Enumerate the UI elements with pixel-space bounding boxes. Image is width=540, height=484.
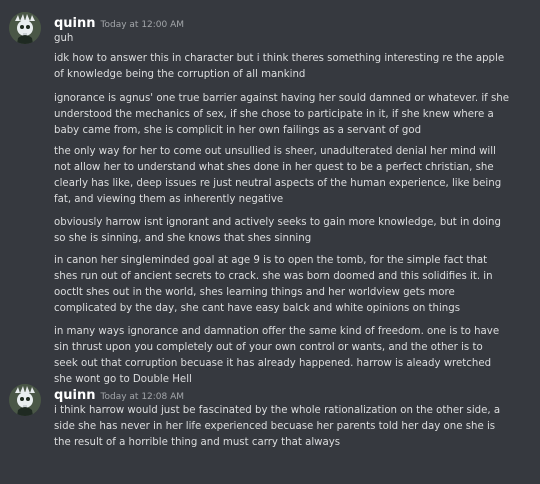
message-line: fat, and viewing them as inherently nega…	[54, 194, 284, 205]
avatar[interactable]	[9, 12, 41, 44]
timestamp: Today at 12:00 AM	[100, 20, 185, 30]
skull-headdress-avatar-icon	[9, 384, 41, 416]
message-line: idk how to answer this in character but …	[54, 53, 505, 64]
message-header: quinn Today at 12:00 AM	[54, 12, 185, 31]
message-line: ignorance is agnus' one true barrier aga…	[54, 93, 510, 104]
message-line: shes run out of ancient secrets to crack…	[54, 271, 493, 282]
message-line: the only way for her to come out unsulli…	[54, 146, 496, 157]
avatar[interactable]	[9, 384, 41, 416]
message-line: understood the mechanics of sex, if she …	[54, 109, 494, 120]
timestamp: Today at 12:08 AM	[100, 392, 185, 402]
message-header: quinn Today at 12:08 AM	[54, 384, 185, 403]
message-line: of knowledge being the corruption of all…	[54, 69, 306, 80]
skull-headdress-avatar-icon	[9, 12, 41, 44]
message-line: seek out that corruption becuase it has …	[54, 358, 492, 369]
message-line: ooctlt shes out in the world, shes learn…	[54, 287, 455, 298]
message-line: in canon her singleminded goal at age 9 …	[54, 255, 488, 266]
message-line: sin thrust upon you completely out of yo…	[54, 342, 483, 353]
message-line: so she is sinning, and she knows that sh…	[54, 233, 312, 244]
username[interactable]: quinn	[54, 388, 96, 403]
message-line: in many ways ignorance and damnation off…	[54, 326, 500, 337]
message-line: i think harrow would just be fascinated …	[54, 405, 501, 416]
chat-log: quinn Today at 12:00 AM guh idk how to an…	[0, 0, 540, 484]
message-line: baby came from, she is complicit in her …	[54, 125, 422, 136]
message-line: guh	[54, 33, 74, 44]
message-line: not allow her to understand what shes do…	[54, 162, 494, 173]
message-line: complicated by the day, she cant have ea…	[54, 303, 461, 314]
message-line: the result of a horrible thing and must …	[54, 437, 341, 448]
message-line: obviously harrow isnt ignorant and activ…	[54, 217, 501, 228]
message-line: clearly has like, deep issues re just ne…	[54, 178, 502, 189]
username[interactable]: quinn	[54, 16, 96, 31]
message-line: side she has never in her life experienc…	[54, 421, 496, 432]
